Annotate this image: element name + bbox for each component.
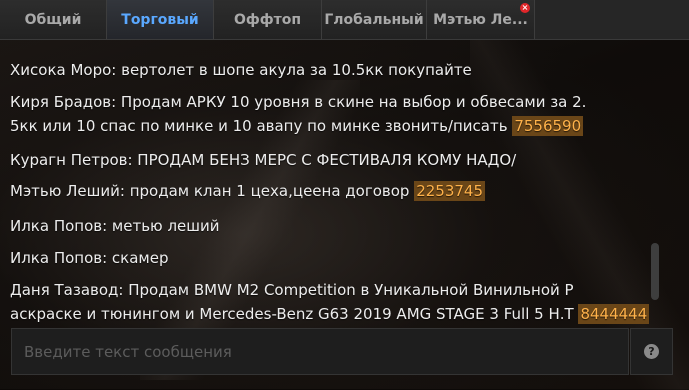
tab-private-chat[interactable]: Мэтью Ле... × [427,0,535,39]
message-text: 5кк или 10 спас по минке и 10 авапу по м… [10,117,513,135]
scrollbar-thumb[interactable] [651,243,659,300]
tab-offtopic[interactable]: Оффтоп [214,0,322,39]
chat-message: Даня Тазавод: Продам BMW M2 Competition … [10,278,650,326]
tab-label: Глобальный [324,11,424,28]
chat-message: Мэтью Леший: продам клан 1 цеха,цеена до… [10,179,610,203]
chat-message: Курагн Петров: ПРОДАМ БЕНЗ МЕРС С ФЕСТИВ… [10,148,610,172]
message-text: Киря Брадов: Продам АРКУ 10 уровня в ски… [10,93,587,111]
tab-label: Оффтоп [233,11,302,28]
message-text: Даня Тазавод: Продам BMW M2 Competition … [10,281,574,299]
help-button[interactable]: ? [630,328,673,375]
tab-bar-filler [535,0,689,39]
chat-tab-bar: Общий Торговый Оффтоп Глобальный Мэтью Л… [0,0,689,40]
chat-message-list: Хисока Моро: вертолет в шопе акула за 10… [0,40,650,326]
phone-number[interactable]: 8444444 [578,304,650,324]
message-text: аскраске и тюнингом и Mercedes-Benz G63 … [10,305,579,323]
chat-message: Илка Попов: скамер [10,246,610,270]
message-input-container [11,328,629,375]
chat-message: Илка Попов: метью леший [10,214,610,238]
message-text: Илка Попов: скамер [10,249,169,267]
chat-message: Хисока Моро: вертолет в шопе акула за 10… [10,58,610,82]
message-text: Курагн Петров: ПРОДАМ БЕНЗ МЕРС С ФЕСТИВ… [10,151,517,169]
help-icon: ? [644,344,659,359]
tab-label: Торговый [121,11,199,28]
tab-label: Общий [24,11,82,28]
message-text: Илка Попов: метью леший [10,217,220,235]
message-text: Хисока Моро: вертолет в шопе акула за 10… [10,61,472,79]
phone-number[interactable]: 2253745 [414,181,486,201]
tab-general[interactable]: Общий [0,0,107,39]
tab-label: Мэтью Ле... [433,11,528,28]
chat-message: Киря Брадов: Продам АРКУ 10 уровня в ски… [10,90,610,138]
tab-trade[interactable]: Торговый [107,0,214,39]
message-input[interactable] [12,329,628,374]
phone-number[interactable]: 7556590 [512,116,584,136]
message-text: Мэтью Леший: продам клан 1 цеха,цеена до… [10,182,415,200]
tab-global[interactable]: Глобальный [322,0,427,39]
close-icon[interactable]: × [520,3,530,13]
